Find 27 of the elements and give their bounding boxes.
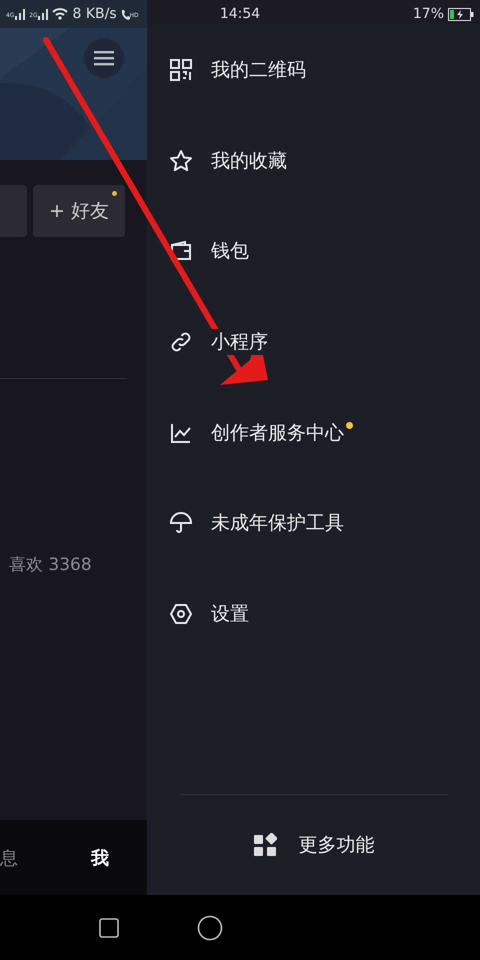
menu-icon bbox=[94, 50, 114, 66]
tab[interactable]: 息 bbox=[0, 846, 18, 870]
network-speed: 8 KB/s bbox=[72, 6, 117, 22]
menu-item[interactable]: 创作者服务中心 bbox=[147, 387, 480, 478]
menu-label: 小程序 bbox=[211, 329, 268, 356]
tab[interactable]: 我 bbox=[91, 846, 109, 870]
grid-icon bbox=[252, 833, 276, 857]
battery-icon bbox=[448, 8, 474, 20]
menu-item[interactable]: 我的二维码 bbox=[147, 25, 480, 116]
settings-icon bbox=[169, 602, 193, 626]
star-icon bbox=[169, 148, 193, 173]
add-friend-button[interactable]: + 好友 bbox=[33, 185, 125, 237]
qr-code-icon bbox=[169, 58, 193, 82]
menu-item[interactable]: 我的收藏 bbox=[147, 116, 480, 206]
menu-item[interactable]: 小程序 bbox=[147, 296, 480, 388]
menu-item[interactable]: 设置 bbox=[147, 568, 480, 660]
menu-item[interactable]: 钱包 bbox=[147, 206, 480, 297]
link-icon bbox=[169, 330, 193, 354]
battery-percent: 17% bbox=[412, 6, 444, 22]
menu-item[interactable]: 未成年保护工具 bbox=[147, 478, 480, 569]
likes-count: 喜欢 3368 bbox=[9, 554, 93, 576]
umbrella-icon bbox=[169, 511, 193, 536]
more-features-button[interactable]: 更多功能 bbox=[147, 795, 480, 895]
home-icon[interactable] bbox=[197, 914, 223, 940]
wifi-icon bbox=[52, 8, 68, 20]
clock: 14:54 bbox=[220, 6, 260, 22]
recent-apps-icon[interactable] bbox=[99, 918, 119, 938]
